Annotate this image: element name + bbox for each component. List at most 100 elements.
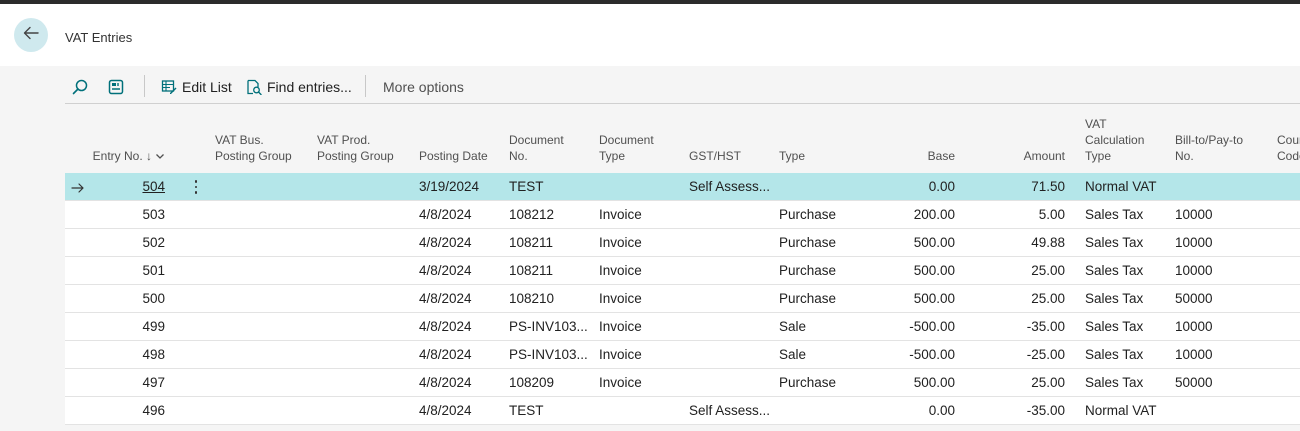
table-row[interactable]: 502 4/8/2024 108211 Invoice Purchase 500.00 49… <box>65 229 1300 257</box>
cell-posting-date: 4/8/2024 <box>419 207 472 222</box>
cell-gst-hst <box>689 285 775 312</box>
back-button[interactable] <box>14 18 48 52</box>
table-row[interactable]: 504 3/19/2024 TEST Self Assess... 0.00 71.50 N… <box>65 173 1300 201</box>
cell-document-type: Invoice <box>599 235 642 250</box>
table-header: Entry No. ↓ VAT Bus. Posting Group VAT Prod… <box>65 105 1300 173</box>
cell-country <box>1277 173 1300 200</box>
column-header-posting-date[interactable]: Posting Date <box>419 148 505 164</box>
cell-vat-bus <box>215 285 315 312</box>
cell-amount: 71.50 <box>1031 179 1065 194</box>
column-header-vat-prod[interactable]: VAT Prod. Posting Group <box>317 132 417 164</box>
cell-entry-no[interactable]: 504 <box>65 173 165 200</box>
column-header-line: Calculation <box>1085 133 1145 147</box>
column-header-bill-to[interactable]: Bill-to/Pay-to No. <box>1175 132 1265 164</box>
cell-type <box>779 397 865 424</box>
cell-bill-to: 50000 <box>1175 375 1213 390</box>
edit-list-button[interactable]: Edit List <box>161 74 232 100</box>
column-header-line: Posting Date <box>419 149 488 163</box>
page-header: VAT Entries <box>0 4 1300 66</box>
cell-entry-no[interactable]: 496 <box>65 397 165 424</box>
cell-bill-to: 10000 <box>1175 263 1213 278</box>
table-row[interactable]: 503 4/8/2024 108212 Invoice Purchase 200.00 5.… <box>65 201 1300 229</box>
column-header-line: GST/HST <box>689 149 742 163</box>
cell-bill-to <box>1175 397 1265 424</box>
table-row[interactable]: 500 4/8/2024 108210 Invoice Purchase 500.00 25… <box>65 285 1300 313</box>
column-header-line: No. <box>1175 149 1194 163</box>
column-header-document-type[interactable]: Document Type <box>599 132 685 164</box>
table-row[interactable]: 496 4/8/2024 TEST Self Assess... 0.00 -35.00 N… <box>65 397 1300 425</box>
cell-entry-no[interactable]: 502 <box>65 229 165 256</box>
cell-country <box>1277 285 1300 312</box>
column-header-line: Bill-to/Pay-to <box>1175 133 1244 147</box>
column-header-document-no[interactable]: Document No. <box>509 132 595 164</box>
cell-vat-calc-type: Sales Tax <box>1085 235 1144 250</box>
chevron-down-icon[interactable] <box>152 149 165 163</box>
cell-type: Purchase <box>779 375 837 390</box>
cell-gst-hst <box>689 229 775 256</box>
cell-country <box>1277 397 1300 424</box>
column-header-vat-calc-type[interactable]: VAT Calculation Type <box>1085 116 1173 164</box>
cell-base: 200.00 <box>913 207 955 222</box>
cell-country <box>1277 229 1300 256</box>
cell-entry-no[interactable]: 497 <box>65 369 165 396</box>
cell-entry-no[interactable]: 501 <box>65 257 165 284</box>
cell-amount: 5.00 <box>1038 207 1065 222</box>
cell-bill-to: 10000 <box>1175 235 1213 250</box>
column-header-line: Posting Group <box>215 149 292 163</box>
more-options-label: More options <box>383 79 464 95</box>
table-row[interactable]: 501 4/8/2024 108211 Invoice Purchase 500.00 25… <box>65 257 1300 285</box>
cell-base: -500.00 <box>909 347 955 362</box>
cell-base: 500.00 <box>913 235 955 250</box>
cell-entry-no[interactable]: 500 <box>65 285 165 312</box>
cell-entry-no[interactable]: 503 <box>65 201 165 228</box>
show-as-tiles-icon <box>107 78 125 96</box>
column-header-line: Type <box>599 149 626 163</box>
cell-type: Purchase <box>779 291 837 306</box>
table-row[interactable]: 498 4/8/2024 PS-INV103... Invoice Sale -500.0… <box>65 341 1300 369</box>
cell-gst-hst <box>689 369 775 396</box>
more-options-button[interactable]: More options <box>383 74 464 100</box>
row-actions-icon[interactable] <box>189 177 203 197</box>
cell-entry-no[interactable]: 499 <box>65 313 165 340</box>
cell-vat-bus <box>215 341 315 368</box>
search-button[interactable] <box>71 74 89 100</box>
column-header-base[interactable]: Base <box>869 148 955 164</box>
cell-vat-bus <box>215 173 315 200</box>
column-header-gst-hst[interactable]: GST/HST <box>689 148 775 164</box>
table-row[interactable]: 499 4/8/2024 PS-INV103... Invoice Sale -500.0… <box>65 313 1300 341</box>
column-header-country[interactable]: Coun Code <box>1277 132 1300 164</box>
cell-bill-to: 10000 <box>1175 347 1213 362</box>
column-header-amount[interactable]: Amount <box>959 148 1065 164</box>
cell-base: 500.00 <box>913 291 955 306</box>
column-header-entry-no[interactable]: Entry No. ↓ <box>65 148 165 164</box>
cell-entry-no[interactable]: 498 <box>65 341 165 368</box>
column-header-line: Document <box>509 133 564 147</box>
column-header-vat-bus[interactable]: VAT Bus. Posting Group <box>215 132 315 164</box>
column-header-line: Type <box>779 149 806 163</box>
find-entries-button[interactable]: Find entries... <box>246 74 352 100</box>
cell-vat-prod <box>317 257 417 284</box>
cell-vat-calc-type: Sales Tax <box>1085 319 1144 334</box>
cell-type: Purchase <box>779 235 837 250</box>
column-header-line: VAT Bus. <box>215 133 264 147</box>
cell-document-no: 108212 <box>509 207 555 222</box>
cell-vat-calc-type: Normal VAT <box>1085 403 1157 418</box>
cell-posting-date: 4/8/2024 <box>419 403 472 418</box>
table-row[interactable]: 497 4/8/2024 108209 Invoice Purchase 500.00 25… <box>65 369 1300 397</box>
column-header-type[interactable]: Type <box>779 148 865 164</box>
cell-posting-date: 4/8/2024 <box>419 319 472 334</box>
column-header-line: Entry No. ↓ <box>92 149 152 163</box>
column-header-line: Type <box>1085 149 1112 163</box>
column-header-line: Coun <box>1277 133 1300 147</box>
cell-posting-date: 4/8/2024 <box>419 347 472 362</box>
cell-amount: 25.00 <box>1031 291 1065 306</box>
vat-entries-table: Entry No. ↓ VAT Bus. Posting Group VAT Prod… <box>65 105 1300 431</box>
show-as-tiles-button[interactable] <box>107 74 125 100</box>
page-title: VAT Entries <box>65 30 133 45</box>
cell-document-no: PS-INV103... <box>509 347 588 362</box>
cell-vat-prod <box>317 397 417 424</box>
cell-vat-bus <box>215 257 315 284</box>
cell-base: 500.00 <box>913 263 955 278</box>
cell-vat-bus <box>215 201 315 228</box>
cell-vat-prod <box>317 341 417 368</box>
